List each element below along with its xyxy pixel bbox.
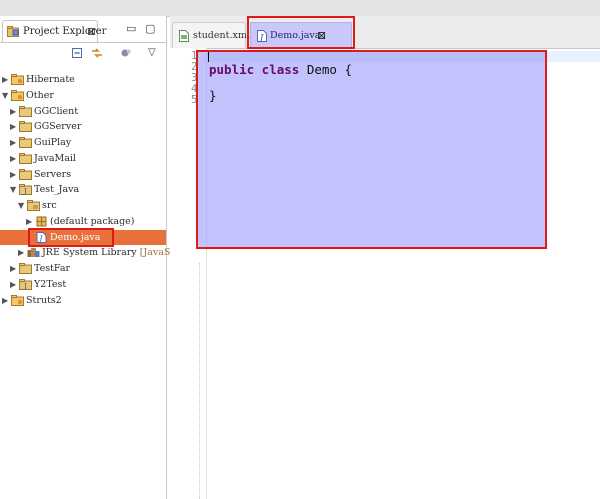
project-folder-icon bbox=[19, 263, 32, 274]
tree-item[interactable]: ▶ GGServer bbox=[0, 119, 166, 134]
code-line: } bbox=[209, 89, 217, 103]
window-top-bar bbox=[0, 0, 600, 17]
tree-item[interactable]: ▶ GGClient bbox=[0, 104, 166, 119]
minimize-icon[interactable]: ▭ bbox=[126, 22, 136, 35]
xml-file-icon bbox=[179, 30, 189, 42]
tab-student-xml[interactable]: student.xml bbox=[172, 22, 250, 48]
code-line: public class Demo { bbox=[209, 63, 352, 77]
tree-item-label: GGServer bbox=[34, 120, 81, 133]
tree-item-text: Y2Test bbox=[34, 278, 67, 290]
collapsed-arrow-icon[interactable]: ▶ bbox=[10, 151, 16, 166]
view-menu-icon[interactable]: ▽ bbox=[148, 47, 156, 58]
tree-item-text: src bbox=[42, 200, 57, 211]
tree-item-label: GGClient bbox=[34, 105, 78, 118]
collapsed-arrow-icon[interactable]: ▶ bbox=[2, 72, 8, 87]
tree-item-label: Hibernate bbox=[26, 73, 75, 86]
project-explorer-tab[interactable]: Project Explorer ⊠ bbox=[2, 20, 106, 42]
tree-item-text: TestFar bbox=[34, 263, 71, 274]
tree-item-text: Servers bbox=[34, 168, 72, 180]
working-set-icon bbox=[11, 89, 24, 101]
tree-item-text: Hibernate bbox=[26, 74, 75, 85]
java-project-icon: J bbox=[19, 184, 32, 196]
tree-item-label: Struts2 bbox=[26, 294, 62, 307]
tree-item-label: (default package) bbox=[50, 215, 134, 228]
project-folder-icon bbox=[19, 168, 32, 180]
expanded-arrow-icon[interactable]: ▼ bbox=[2, 88, 8, 103]
tree-item-label: TestFar bbox=[34, 262, 70, 275]
tree-item[interactable]: J Demo.java bbox=[0, 227, 166, 247]
tree-item-label: src bbox=[42, 199, 57, 212]
project-folder-icon bbox=[19, 152, 32, 164]
tree-item[interactable]: ▶ Servers bbox=[0, 167, 166, 182]
selection-highlight-box bbox=[28, 227, 114, 247]
collapsed-arrow-icon[interactable]: ▶ bbox=[26, 214, 32, 229]
collapsed-arrow-icon[interactable]: ▶ bbox=[18, 245, 24, 260]
tree-item[interactable]: ▼ J Test_Java bbox=[0, 182, 166, 197]
tree-item-text: GuiPlay bbox=[34, 137, 72, 148]
expanded-arrow-icon[interactable]: ▼ bbox=[18, 198, 24, 213]
tab-highlight-box bbox=[247, 16, 355, 49]
tree-item[interactable]: ▶ J Y2Test bbox=[0, 277, 166, 292]
tree-item[interactable]: ▼ Other bbox=[0, 88, 166, 103]
collapsed-arrow-icon[interactable]: ▶ bbox=[10, 167, 16, 182]
maximize-icon[interactable]: ▢ bbox=[145, 22, 155, 35]
tree-item-label: Other bbox=[26, 89, 54, 102]
project-explorer-view: Project Explorer ⊠ ▭ ▢ ▽ ▶ Hibernate ▼ Othe… bbox=[0, 16, 200, 499]
svg-text:J: J bbox=[23, 282, 27, 290]
tree-item-label: JavaMail bbox=[34, 152, 76, 165]
tree-item-text: JavaMail bbox=[34, 152, 76, 164]
collapsed-arrow-icon[interactable]: ▶ bbox=[2, 293, 8, 308]
tree-item[interactable]: ▼ src bbox=[0, 198, 166, 213]
package-icon bbox=[35, 216, 48, 227]
editor-tab-bar: student.xml J Demo.java ⊠ bbox=[170, 16, 600, 49]
code-text: Demo { bbox=[299, 62, 352, 77]
tree-item[interactable]: ▶ JavaMail bbox=[0, 151, 166, 166]
tree-item-text: GGServer bbox=[34, 121, 82, 133]
project-folder-icon bbox=[19, 121, 32, 133]
project-folder-icon bbox=[19, 137, 32, 148]
collapsed-arrow-icon[interactable]: ▶ bbox=[10, 135, 16, 150]
expanded-arrow-icon[interactable]: ▼ bbox=[10, 182, 16, 197]
tree-item-text: GGClient bbox=[34, 105, 79, 117]
svg-text:J: J bbox=[23, 188, 27, 196]
library-icon bbox=[27, 247, 40, 258]
collapsed-arrow-icon[interactable]: ▶ bbox=[10, 104, 16, 119]
tree-item-label: Servers bbox=[34, 168, 71, 181]
indent-guide bbox=[199, 263, 201, 499]
tree-item-label: GuiPlay bbox=[34, 136, 71, 149]
view-options-icon[interactable] bbox=[120, 47, 132, 59]
tree-item-text: Struts2 bbox=[26, 294, 62, 306]
code-text: } bbox=[209, 88, 217, 103]
tree-item-text: JRE System Library bbox=[42, 247, 137, 259]
collapsed-arrow-icon[interactable]: ▶ bbox=[10, 277, 16, 292]
tree-item[interactable]: ▶ (default package) bbox=[0, 214, 166, 229]
project-folder-icon bbox=[19, 105, 32, 117]
link-with-editor-icon[interactable] bbox=[90, 46, 104, 60]
tree-item-text: (default package) bbox=[50, 215, 135, 227]
explorer-toolbar: ▽ bbox=[0, 42, 166, 67]
collapsed-arrow-icon[interactable]: ▶ bbox=[10, 261, 16, 276]
tree-item-text: Test_Java bbox=[34, 184, 80, 196]
tree-item[interactable]: ▶ Hibernate bbox=[0, 72, 166, 87]
keyword: public class bbox=[209, 62, 300, 77]
tree-item-text: Other bbox=[26, 89, 54, 101]
collapse-all-icon[interactable] bbox=[71, 47, 83, 59]
tree-item[interactable]: ▶ GuiPlay bbox=[0, 135, 166, 150]
java-project-icon: J bbox=[19, 278, 32, 290]
tree-item-label: Y2Test bbox=[34, 278, 66, 291]
collapsed-arrow-icon[interactable]: ▶ bbox=[10, 119, 16, 134]
code-editor[interactable]: public class Demo {} bbox=[196, 48, 600, 499]
editor-area: student.xml J Demo.java ⊠ 12345 public c… bbox=[170, 16, 600, 499]
source-folder-icon bbox=[27, 200, 40, 211]
tree-item[interactable]: ▶ TestFar bbox=[0, 261, 166, 276]
working-set-icon bbox=[11, 294, 24, 306]
tree-item-label: Test_Java bbox=[34, 183, 79, 196]
project-explorer-icon bbox=[7, 26, 19, 37]
tree-item[interactable]: ▶ JRE System Library [JavaSE-1.8] bbox=[0, 245, 200, 260]
tab-label: student.xml bbox=[193, 30, 250, 41]
close-icon[interactable]: ⊠ bbox=[87, 25, 96, 38]
working-set-icon bbox=[11, 74, 24, 85]
code-highlight-box bbox=[196, 50, 547, 249]
tree-item[interactable]: ▶ Struts2 bbox=[0, 293, 166, 308]
